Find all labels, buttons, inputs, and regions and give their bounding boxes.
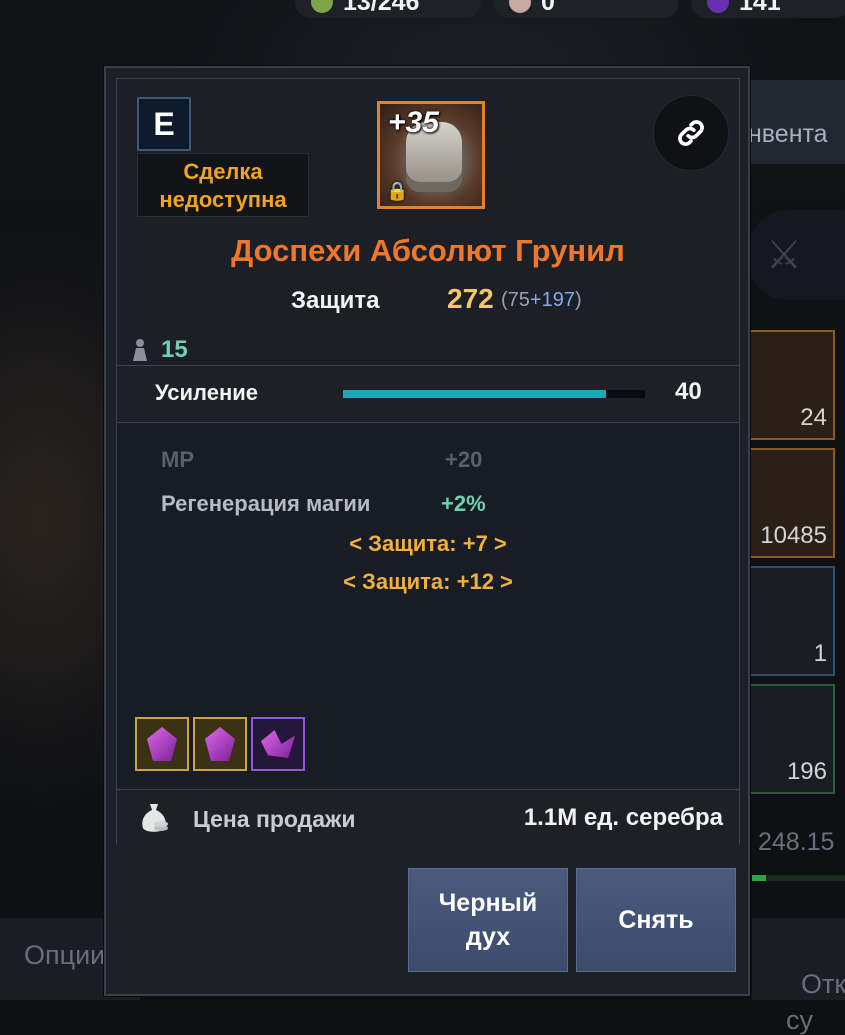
gem-icon [205,727,235,761]
weight-icon [133,339,147,361]
attr-mp-label: MP [161,447,194,472]
defense-breakdown: (75+197) [501,289,582,311]
enhancement-label: Усиление [155,380,259,405]
lock-icon: 🔒 [386,181,409,201]
unequip-button-label: Снять [618,906,694,934]
trade-status-label: Сделка недоступна [137,153,309,217]
options-button-label: Опции [24,940,106,970]
unequip-button[interactable]: Снять [576,868,736,972]
inventory-weight-bar [752,875,845,881]
inventory-tab-label: нвента [748,120,828,148]
item-tooltip-panel: E Сделка недоступна +35 🔒 Доспехи Абсолю… [104,66,750,996]
attr-regen-label: Регенерация магии [161,491,371,516]
crossed-swords-icon: ⚔ [766,233,802,277]
resource-pearl: 0 [493,0,679,18]
defense-stat: Защита 272 (75+197) [117,281,739,317]
defense-value: 272 [447,283,494,314]
link-icon [678,120,704,146]
inventory-weight: 248.15 [758,828,835,856]
set-bonus-1: < Защита: +7 > [349,531,507,556]
link-button[interactable] [653,95,729,171]
enhancement-value: 40 [675,378,702,405]
black-spirit-button[interactable]: Черный дух [408,868,568,972]
item-attributes: MP +20 Регенерация магии +2% < Защита: +… [117,423,739,787]
sell-price-row: Цена продажи 1.1M ед. серебра [117,789,739,845]
enhancement-progress-bar [343,390,645,398]
item-weight-value: 15 [161,336,188,363]
enhancement-section: Усиление 40 [117,365,739,423]
resource-crystal: 141 [691,0,845,18]
open-button[interactable]: Откр су [752,918,845,1035]
gem-slot[interactable] [193,717,247,771]
pearl-icon [509,0,531,13]
item-icon: +35 🔒 [377,101,485,209]
slot-quantity: 1 [813,640,827,667]
item-name: Доспехи Абсолют Грунил [231,233,625,268]
attr-mp-value: +20 [445,447,483,472]
slot-quantity: 24 [800,404,827,431]
item-details: E Сделка недоступна +35 🔒 Доспехи Абсолю… [116,78,740,845]
broken-gem-icon [261,730,295,758]
attr-regen-value: +2% [441,491,486,516]
slot-quantity: 196 [786,758,827,785]
resource-energy: 13/246 [295,0,481,18]
resource-crystal-value: 141 [739,0,781,16]
inventory-tab[interactable]: нвента [740,80,845,164]
gem-slot[interactable] [135,717,189,771]
enhancement-progress-fill [343,390,606,398]
defense-label: Защита [291,287,380,314]
money-bag-icon [142,804,168,832]
resource-bar: 13/246 0 141 [295,0,845,18]
inventory-slot[interactable]: 1 [748,566,835,676]
slot-quantity: 10485 [760,522,827,549]
set-bonus-2: < Защита: +12 > [343,569,513,594]
black-spirit-button-label: Черный дух [438,889,538,951]
grade-badge: E [137,97,191,151]
inventory-slot[interactable]: 10485 [748,448,835,558]
inventory-slot[interactable]: 24 [748,330,835,440]
item-weight: 15 [129,335,188,365]
inventory-slot[interactable]: 196 [748,684,835,794]
resource-pearl-value: 0 [541,0,555,16]
sell-price-label: Цена продажи [193,806,356,832]
gem-icon [147,727,177,761]
sell-price-value: 1.1M ед. серебра [523,804,723,831]
combat-filter-button[interactable]: ⚔ [748,210,845,300]
crystal-slots [135,717,305,771]
resource-energy-value: 13/246 [343,0,420,16]
item-enhance-level: +35 [388,106,439,139]
energy-icon [311,0,333,13]
gem-slot[interactable] [251,717,305,771]
crystal-icon [707,0,729,13]
